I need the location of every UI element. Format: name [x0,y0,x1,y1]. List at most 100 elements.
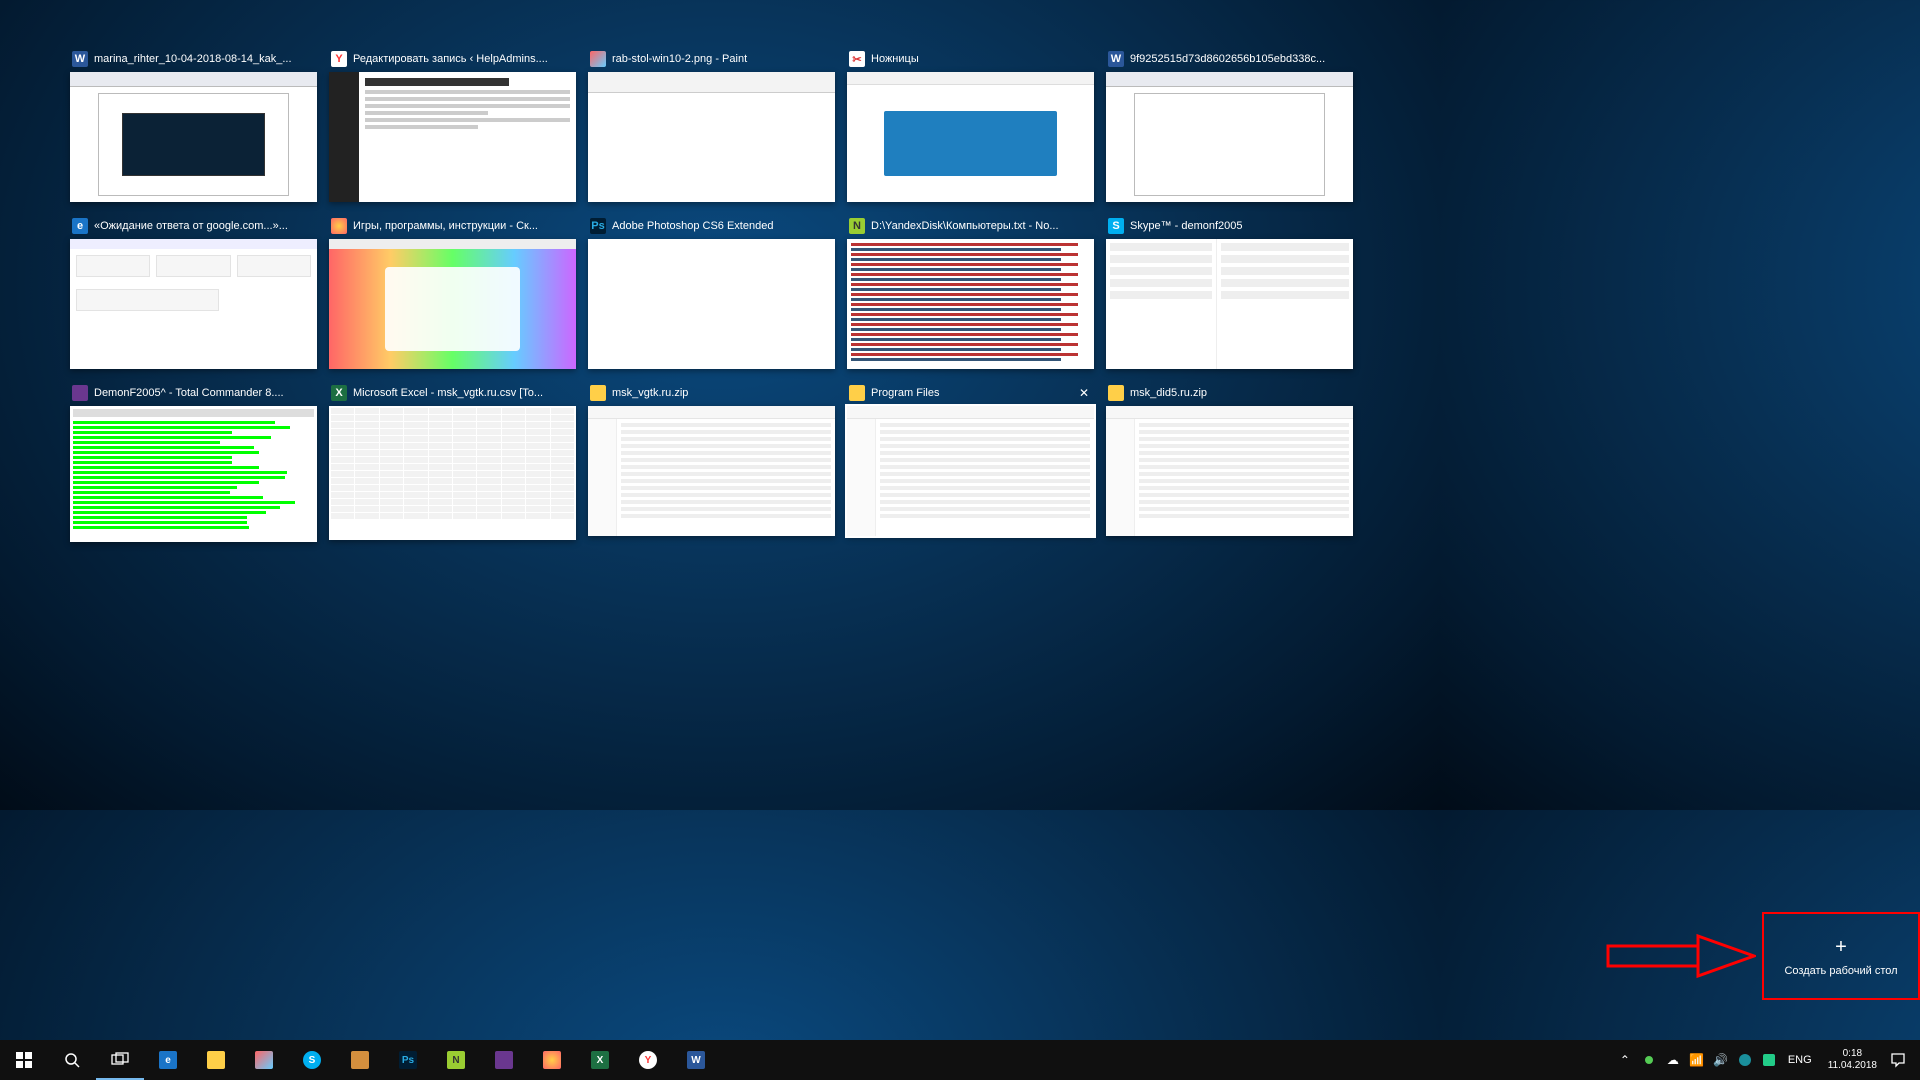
annotation-highlight-box [1762,912,1920,1000]
window-card-w13[interactable]: msk_vgtk.ru.zip✕ [588,384,835,542]
window-card-close-button[interactable]: ✕ [1076,385,1092,401]
taskbar-app-yandex-browser[interactable]: Y [624,1040,672,1080]
excel-icon: X [591,1051,609,1069]
window-card-title: Program Files [871,387,1070,399]
npp-icon: N [849,218,865,234]
task-view-icon [111,1052,129,1066]
window-card-w1[interactable]: Wmarina_rihter_10-04-2018-08-14_kak_...✕ [70,50,317,202]
window-card-title: Skype™ - demonf2005 [1130,220,1351,232]
word-icon: W [72,51,88,67]
window-card-w7[interactable]: Игры, программы, инструкции - Ск...✕ [329,217,576,369]
window-card-w9[interactable]: ND:\YandexDisk\Компьютеры.txt - No...✕ [847,217,1094,369]
window-card-title: D:\YandexDisk\Компьютеры.txt - No... [871,220,1092,232]
taskbar-app-paint[interactable] [240,1040,288,1080]
firefox-icon [543,1051,561,1069]
task-view-window-grid: Wmarina_rihter_10-04-2018-08-14_kak_...✕… [70,50,1380,542]
taskbar-spacer [720,1040,1612,1080]
total-commander-icon [495,1051,513,1069]
window-card-header: PsAdobe Photoshop CS6 Extended✕ [588,217,835,239]
folder-icon [1108,385,1124,401]
wifi-icon: 📶 [1689,1053,1704,1067]
window-card-w15[interactable]: msk_did5.ru.zip✕ [1106,384,1353,542]
window-card-title: msk_vgtk.ru.zip [612,387,833,399]
ff-icon [331,218,347,234]
tray-icon-app1[interactable] [1734,1054,1756,1066]
taskbar-app-photoshop[interactable]: Ps [384,1040,432,1080]
taskbar-app-firefox[interactable] [528,1040,576,1080]
window-card-header: YРедактировать запись ‹ HelpAdmins....✕ [329,50,576,72]
clock-time: 0:18 [1843,1048,1862,1060]
window-card-w11[interactable]: DemonF2005^ - Total Commander 8....✕ [70,384,317,542]
window-card-w3[interactable]: rab-stol-win10-2.png - Paint✕ [588,50,835,202]
window-card-title: «Ожидание ответа от google.com...»... [94,220,315,232]
taskbar-clock[interactable]: 0:18 11.04.2018 [1820,1048,1885,1072]
tray-icon-app2[interactable] [1758,1054,1780,1066]
taskbar-app-paint-net[interactable] [336,1040,384,1080]
xl-icon: X [331,385,347,401]
window-card-w6[interactable]: e«Ожидание ответа от google.com...»...✕ [70,217,317,369]
tray-icon-1[interactable] [1638,1056,1660,1064]
window-card-header: DemonF2005^ - Total Commander 8....✕ [70,384,317,406]
folder-icon [590,385,606,401]
taskbar: e S Ps N XYW ⌃ ☁ 📶 🔊 ENG 0:18 11.04.2018 [0,1040,1920,1080]
edge-icon: e [159,1051,177,1069]
windows-logo-icon [16,1052,32,1068]
window-card-header: X Microsoft Excel - msk_vgtk.ru.csv [To..… [329,384,576,406]
speaker-icon: 🔊 [1713,1053,1728,1067]
window-card-header: e«Ожидание ответа от google.com...»...✕ [70,217,317,239]
yandex-icon: Y [331,51,347,67]
window-card-header: Program Files ✕ [847,384,1094,406]
taskbar-app-edge[interactable]: e [144,1040,192,1080]
tray-icon-network[interactable]: 📶 [1686,1053,1708,1067]
ps-icon: Ps [590,218,606,234]
window-card-header: Wmarina_rihter_10-04-2018-08-14_kak_...✕ [70,50,317,72]
app-icon [1763,1054,1775,1066]
window-card-title: Microsoft Excel - msk_vgtk.ru.csv [To... [353,387,574,399]
app-icon [1739,1054,1751,1066]
window-card-header: ✂Ножницы✕ [847,50,1094,72]
window-card-w12[interactable]: X Microsoft Excel - msk_vgtk.ru.csv [To..… [329,384,576,542]
close-icon: ✕ [1079,386,1089,400]
tray-overflow-button[interactable]: ⌃ [1614,1053,1636,1067]
skype-icon: S [303,1051,321,1069]
taskbar-app-skype[interactable]: S [288,1040,336,1080]
skype-icon: S [1108,218,1124,234]
taskbar-app-notepad++[interactable]: N [432,1040,480,1080]
window-card-header: msk_vgtk.ru.zip✕ [588,384,835,406]
photoshop-icon: Ps [399,1051,417,1069]
window-card-header: rab-stol-win10-2.png - Paint✕ [588,50,835,72]
tray-icon-volume[interactable]: 🔊 [1710,1053,1732,1067]
search-button[interactable] [48,1040,96,1080]
taskbar-app-total-commander[interactable] [480,1040,528,1080]
window-card-w14[interactable]: Program Files ✕ [847,384,1094,542]
ie-icon: e [72,218,88,234]
word-icon: W [1108,51,1124,67]
action-center-button[interactable] [1887,1052,1909,1068]
window-card-w2[interactable]: YРедактировать запись ‹ HelpAdmins....✕ [329,50,576,202]
window-card-header: W9f9252515d73d8602656b105ebd338c...✕ [1106,50,1353,72]
folder-icon [849,385,865,401]
file-explorer-icon [207,1051,225,1069]
window-card-title: Ножницы [871,53,1092,65]
window-card-w4[interactable]: ✂Ножницы✕ [847,50,1094,202]
taskbar-app-excel[interactable]: X [576,1040,624,1080]
task-view-button[interactable] [96,1040,144,1080]
window-card-title: msk_did5.ru.zip [1130,387,1351,399]
start-button[interactable] [0,1040,48,1080]
taskbar-app-file-explorer[interactable] [192,1040,240,1080]
chevron-up-icon: ⌃ [1620,1053,1630,1067]
window-card-title: DemonF2005^ - Total Commander 8.... [94,387,315,399]
window-card-w8[interactable]: PsAdobe Photoshop CS6 Extended✕ [588,217,835,369]
window-card-title: 9f9252515d73d8602656b105ebd338c... [1130,53,1351,65]
paint-net-icon [351,1051,369,1069]
language-indicator[interactable]: ENG [1782,1054,1818,1066]
taskbar-app-word[interactable]: W [672,1040,720,1080]
paint-icon [590,51,606,67]
tray-icon-onedrive[interactable]: ☁ [1662,1053,1684,1067]
window-card-w10[interactable]: SSkype™ - demonf2005✕ [1106,217,1353,369]
tc-icon [72,385,88,401]
taskbar-pinned-apps: e S Ps N XYW [144,1040,720,1080]
notepad++-icon: N [447,1051,465,1069]
window-card-w5[interactable]: W9f9252515d73d8602656b105ebd338c...✕ [1106,50,1353,202]
window-card-title: rab-stol-win10-2.png - Paint [612,53,833,65]
